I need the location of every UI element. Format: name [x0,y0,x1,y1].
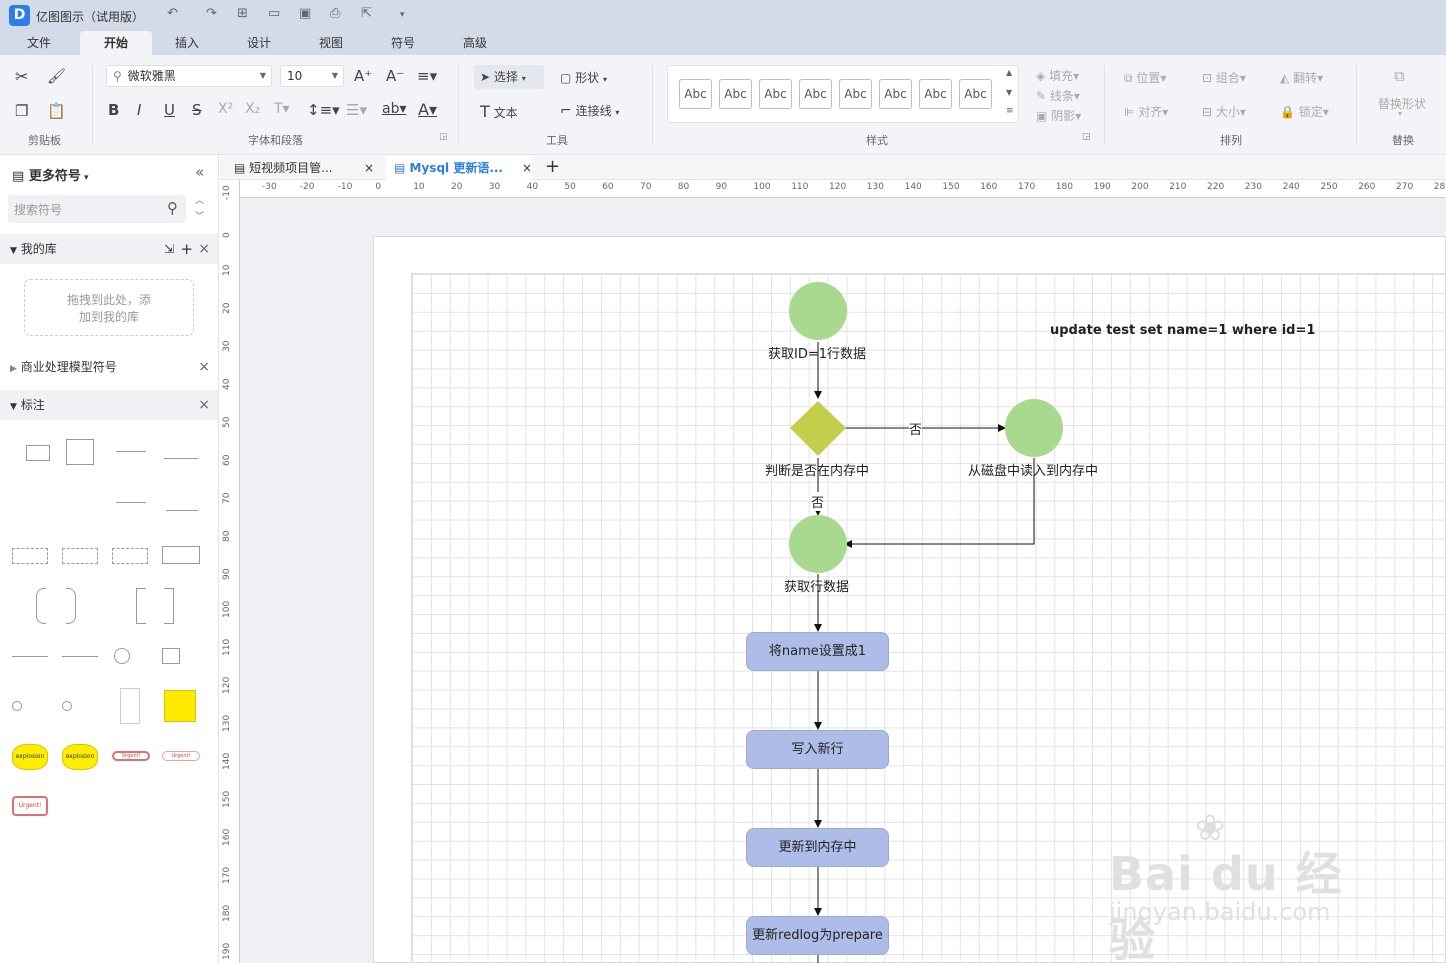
fetch-node-label: 获取行数据 [784,580,850,595]
disk-read-circle-node[interactable] [1005,399,1063,457]
edge-label-no-down: 否 [811,492,825,511]
fetch-row-circle-node[interactable] [789,515,847,573]
start-node-label: 获取ID=1行数据 [768,347,867,362]
watermark-url: jingyan.baidu.com [1109,898,1331,926]
process-update-redolog[interactable]: 更新redlog为prepare [746,916,889,955]
sql-statement-text[interactable]: update test set name=1 where id=1 [1050,323,1315,338]
process-write-row[interactable]: 写入新行 [746,730,889,769]
disk-node-label: 从磁盘中读入到内存中 [968,464,1099,479]
process-update-memory[interactable]: 更新到内存中 [746,828,889,867]
decision-diamond-node[interactable] [790,401,846,456]
decision-node-label: 判断是否在内存中 [765,464,870,479]
start-circle-node[interactable] [789,282,847,340]
process-set-name[interactable]: 将name设置成1 [746,632,889,671]
baidu-watermark: ❀ Bai du 经验 jingyan.baidu.com [1105,808,1385,963]
edge-label-no-right: 否 [909,419,923,438]
